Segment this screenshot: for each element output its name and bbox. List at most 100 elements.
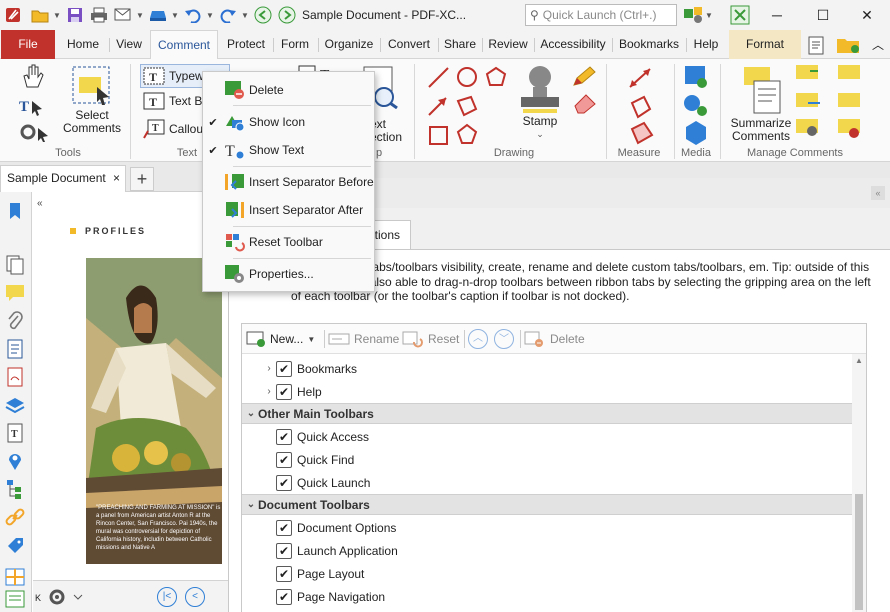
menu-item-reset-toolbar[interactable]: Reset Toolbar (203, 228, 374, 256)
scan-icon[interactable] (147, 4, 169, 26)
folder-options-icon[interactable] (836, 34, 862, 59)
eraser-icon[interactable] (572, 92, 598, 117)
content-icon[interactable] (4, 338, 26, 360)
checkbox[interactable]: ✔ (276, 428, 292, 445)
tree-group-other-main-toolbars[interactable]: ⌄ Other Main Toolbars (242, 403, 852, 424)
menu-item-show-icon[interactable]: ✔ Show Icon (203, 108, 374, 136)
measure-tools[interactable] (626, 65, 656, 148)
redo-icon[interactable] (217, 4, 239, 26)
tags-icon[interactable]: T (4, 422, 26, 444)
clipboard-icon[interactable] (806, 34, 830, 59)
tab-share[interactable]: Share (441, 30, 479, 59)
pencil-icon[interactable] (572, 65, 598, 90)
gear-dropdown-icon[interactable] (18, 122, 52, 142)
media-tools[interactable] (682, 63, 710, 148)
pages-icon[interactable] (4, 254, 26, 276)
checkbox[interactable]: ✔ (276, 451, 292, 468)
hand-tool-icon[interactable] (20, 63, 44, 89)
tree-group-document-toolbars[interactable]: ⌄ Document Toolbars (242, 494, 852, 515)
tab-comment[interactable]: Comment (150, 30, 218, 59)
bookmarks-icon[interactable] (4, 200, 26, 222)
checkbox[interactable]: ✔ (276, 360, 292, 377)
menu-item-insert-separator-after[interactable]: Insert Separator After (203, 196, 374, 224)
text-box-button[interactable]: T Text B (143, 92, 202, 110)
labels-icon[interactable] (4, 534, 26, 556)
tab-home[interactable]: Home (61, 30, 105, 59)
tree-item-quick-find[interactable]: ✔ Quick Find (242, 448, 852, 471)
customize-icon[interactable]: ▼ (683, 5, 723, 25)
tree-item-page-navigation[interactable]: ✔ Page Navigation (242, 585, 852, 608)
new-tab-button[interactable]: + (130, 167, 154, 191)
checkbox[interactable]: ✔ (276, 474, 292, 491)
attachments-icon[interactable] (4, 310, 26, 332)
comments-icon[interactable] (4, 282, 26, 304)
tab-organize[interactable]: Organize (321, 30, 377, 59)
tree-item-help[interactable]: › ✔ Help (242, 380, 852, 403)
move-down-button[interactable]: ﹀ (494, 329, 514, 349)
maximize-button[interactable]: ☐ (800, 0, 846, 30)
tree-item-launch-application[interactable]: ✔ Launch Application (242, 539, 852, 562)
forward-icon[interactable] (276, 4, 298, 26)
stamp-button[interactable]: Stamp ⌄ (514, 63, 566, 141)
first-page-button[interactable]: |< (157, 587, 177, 607)
tab-bookmarks[interactable]: Bookmarks (615, 30, 683, 59)
checkbox[interactable]: ✔ (276, 588, 292, 605)
close-button[interactable]: ✕ (844, 0, 890, 30)
chevron-right-icon[interactable]: › (262, 386, 276, 397)
save-icon[interactable] (64, 4, 86, 26)
chevron-down-icon[interactable]: ⌄ (244, 499, 258, 510)
rename-button[interactable]: Rename (328, 328, 399, 350)
quick-launch-input[interactable]: ⚲ Quick Launch (Ctrl+.) (525, 4, 677, 26)
checkbox[interactable]: ✔ (276, 383, 292, 400)
chevron-right-icon[interactable]: › (262, 363, 276, 374)
checkbox[interactable]: ✔ (276, 565, 292, 582)
tab-file[interactable]: File (1, 30, 55, 59)
scrollbar-thumb[interactable] (855, 494, 863, 610)
reset-button[interactable]: Reset (402, 328, 459, 350)
tab-accessibility[interactable]: Accessibility (537, 30, 609, 59)
split-view-icon[interactable] (4, 566, 26, 588)
tab-format[interactable]: Format (729, 30, 801, 59)
open-folder-icon[interactable] (29, 4, 51, 26)
back-icon[interactable] (252, 4, 274, 26)
signatures-icon[interactable] (4, 366, 26, 388)
move-up-button[interactable]: ︿ (468, 329, 488, 349)
tab-review[interactable]: Review (485, 30, 531, 59)
chevron-down-icon[interactable]: ▼ (206, 11, 215, 20)
delete-button[interactable]: Delete (524, 328, 585, 350)
chevron-down-icon[interactable]: ▼ (171, 11, 180, 20)
tab-help[interactable]: Help (689, 30, 723, 59)
panel-collapse-icon[interactable]: « (37, 198, 43, 209)
minimize-button[interactable]: ─ (754, 0, 800, 30)
panel-options-icon[interactable] (4, 588, 26, 610)
menu-item-show-text[interactable]: ✔ T Show Text (203, 136, 374, 164)
select-text-icon[interactable]: T (18, 95, 46, 117)
layers-icon[interactable] (4, 394, 26, 416)
tab-convert[interactable]: Convert (383, 30, 435, 59)
menu-item-delete[interactable]: Delete (203, 76, 374, 104)
menu-item-insert-separator-before[interactable]: Insert Separator Before (203, 168, 374, 196)
select-comments-button[interactable]: Select Comments (60, 63, 124, 135)
close-tab-icon[interactable]: × (113, 166, 120, 191)
tree-item-bookmarks[interactable]: › ✔ Bookmarks (242, 357, 852, 380)
callout-button[interactable]: T Callou (143, 119, 203, 139)
tab-protect[interactable]: Protect (222, 30, 270, 59)
gear-icon[interactable] (47, 587, 83, 610)
chevron-down-icon[interactable]: ▼ (136, 11, 145, 20)
print-icon[interactable] (88, 4, 110, 26)
new-button[interactable]: New... ▼ (246, 328, 315, 350)
tree-item-page-layout[interactable]: ✔ Page Layout (242, 562, 852, 585)
summarize-comments-button[interactable]: Summarize Comments (726, 63, 796, 143)
destinations-icon[interactable] (4, 450, 26, 472)
manage-comments-icons[interactable] (794, 63, 864, 148)
undo-icon[interactable] (182, 4, 204, 26)
menu-item-properties[interactable]: Properties... (203, 260, 374, 288)
checkbox[interactable]: ✔ (276, 519, 292, 536)
previous-page-button[interactable]: < (185, 587, 205, 607)
chevron-down-icon[interactable]: ▼ (241, 11, 250, 20)
tree-item-quick-access[interactable]: ✔ Quick Access (242, 425, 852, 448)
fullscreen-icon[interactable] (729, 4, 751, 26)
chevron-down-icon[interactable]: ▼ (53, 11, 62, 20)
tree-item-document-options[interactable]: ✔ Document Options (242, 516, 852, 539)
first-page-icon[interactable]: K (35, 593, 41, 603)
